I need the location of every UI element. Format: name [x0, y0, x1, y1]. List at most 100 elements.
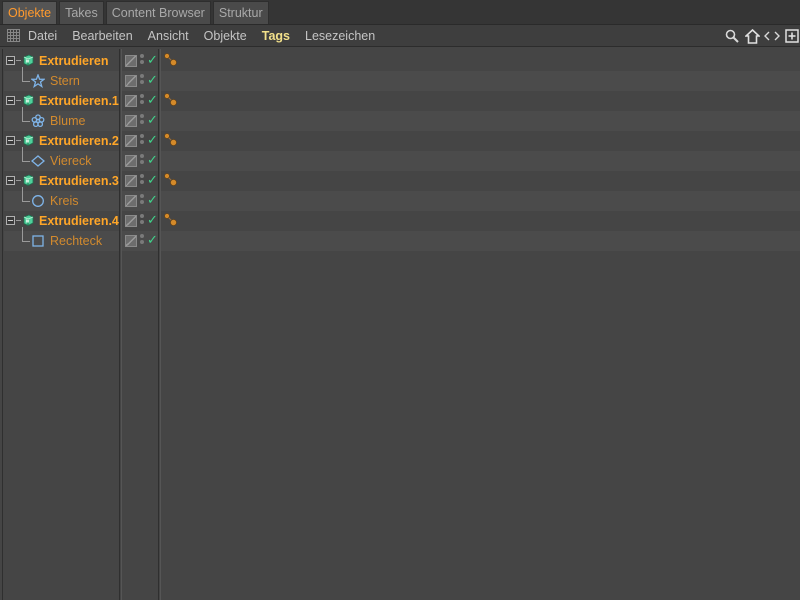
tree-connector-line	[22, 241, 30, 242]
phong-tag-icon[interactable]	[163, 52, 181, 70]
tree-connector-line	[22, 121, 30, 122]
flags-row-extrudieren-3: ✓	[122, 171, 158, 191]
tree-connector-line	[22, 107, 23, 121]
layer-icon[interactable]	[125, 75, 137, 87]
phong-tag-icon[interactable]	[163, 212, 181, 230]
menu-bar: Datei Bearbeiten Ansicht Objekte Tags Lesezei…	[0, 25, 800, 47]
enabled-check-icon[interactable]: ✓	[147, 152, 158, 168]
collapse-toggle-icon[interactable]	[6, 216, 15, 225]
home-icon[interactable]	[744, 28, 760, 44]
tab-objekte[interactable]: Objekte	[2, 1, 58, 24]
layer-icon[interactable]	[125, 55, 137, 67]
object-name[interactable]: Stern	[50, 74, 80, 88]
tab-content-browser[interactable]: Content Browser	[105, 1, 211, 24]
tree-connector-line	[22, 201, 30, 202]
tree-connector-line	[22, 187, 23, 201]
visibility-dots-icon[interactable]	[140, 134, 145, 148]
extrude-icon	[21, 53, 37, 69]
menu-item-tags[interactable]: Tags	[262, 29, 290, 43]
visibility-dots-icon[interactable]	[140, 194, 145, 208]
enabled-check-icon[interactable]: ✓	[147, 112, 158, 128]
object-row-rechteck[interactable]: Rechteck	[4, 227, 119, 251]
visibility-dots-icon[interactable]	[140, 94, 145, 108]
tab-bar: Objekte Takes Content Browser Struktur	[0, 0, 800, 25]
phong-tag-icon[interactable]	[163, 92, 181, 110]
menu-item-ansicht[interactable]: Ansicht	[148, 29, 189, 43]
enabled-check-icon[interactable]: ✓	[147, 232, 158, 248]
search-icon[interactable]	[724, 28, 740, 44]
object-name[interactable]: Kreis	[50, 194, 78, 208]
object-row-kreis[interactable]: Kreis	[4, 187, 119, 211]
object-name[interactable]: Blume	[50, 114, 85, 128]
object-row-stern[interactable]: Stern	[4, 67, 119, 91]
collapse-toggle-icon[interactable]	[6, 136, 15, 145]
enabled-check-icon[interactable]: ✓	[147, 212, 158, 228]
object-name[interactable]: Extrudieren.1	[39, 94, 119, 108]
tags-row-extrudieren-2	[161, 131, 800, 151]
collapse-toggle-icon[interactable]	[6, 96, 15, 105]
object-name[interactable]: Rechteck	[50, 234, 102, 248]
nav-arrows-icon[interactable]	[764, 28, 780, 44]
tree-connector-line	[22, 67, 23, 81]
new-window-icon[interactable]	[784, 28, 800, 44]
flags-row-extrudieren-1: ✓	[122, 91, 158, 111]
enabled-check-icon[interactable]: ✓	[147, 92, 158, 108]
tab-struktur[interactable]: Struktur	[212, 1, 269, 24]
layer-icon[interactable]	[125, 195, 137, 207]
layer-icon[interactable]	[125, 175, 137, 187]
flags-row-viereck: ✓	[122, 151, 158, 171]
visibility-dots-icon[interactable]	[140, 54, 145, 68]
layer-icon[interactable]	[125, 155, 137, 167]
circle-spline-icon	[31, 194, 47, 210]
object-name[interactable]: Extrudieren.4	[39, 214, 119, 228]
layer-icon[interactable]	[125, 215, 137, 227]
tags-row-blume	[161, 111, 800, 131]
visibility-dots-icon[interactable]	[140, 174, 145, 188]
visibility-dots-icon[interactable]	[140, 214, 145, 228]
menu-icon-group	[720, 25, 800, 47]
object-row-blume[interactable]: Blume	[4, 107, 119, 131]
tab-takes[interactable]: Takes	[59, 1, 104, 24]
object-name[interactable]: Extrudieren	[39, 54, 108, 68]
layer-icon[interactable]	[125, 135, 137, 147]
grip-handle-icon[interactable]	[7, 29, 20, 42]
object-name[interactable]: Extrudieren.3	[39, 174, 119, 188]
layer-icon[interactable]	[125, 95, 137, 107]
tree-connector-line	[22, 227, 23, 241]
extrude-icon	[21, 133, 37, 149]
enabled-check-icon[interactable]: ✓	[147, 52, 158, 68]
flags-row-stern: ✓	[122, 71, 158, 91]
menu-item-bearbeiten[interactable]: Bearbeiten	[72, 29, 132, 43]
object-name[interactable]: Extrudieren.2	[39, 134, 119, 148]
visibility-dots-icon[interactable]	[140, 154, 145, 168]
collapse-toggle-icon[interactable]	[6, 56, 15, 65]
phong-tag-icon[interactable]	[163, 132, 181, 150]
layer-icon[interactable]	[125, 115, 137, 127]
menu-item-lesezeichen[interactable]: Lesezeichen	[305, 29, 375, 43]
object-tags-column	[160, 49, 800, 600]
menu-item-datei[interactable]: Datei	[28, 29, 57, 43]
phong-tag-icon[interactable]	[163, 172, 181, 190]
visibility-dots-icon[interactable]	[140, 234, 145, 248]
object-name[interactable]: Viereck	[50, 154, 91, 168]
enabled-check-icon[interactable]: ✓	[147, 172, 158, 188]
collapse-toggle-icon[interactable]	[6, 176, 15, 185]
flower-spline-icon	[31, 114, 47, 130]
enabled-check-icon[interactable]: ✓	[147, 72, 158, 88]
enabled-check-icon[interactable]: ✓	[147, 132, 158, 148]
tags-row-viereck	[161, 151, 800, 171]
object-row-viereck[interactable]: Viereck	[4, 147, 119, 171]
tags-row-extrudieren-3	[161, 171, 800, 191]
visibility-dots-icon[interactable]	[140, 114, 145, 128]
flags-row-extrudieren-4: ✓	[122, 211, 158, 231]
enabled-check-icon[interactable]: ✓	[147, 192, 158, 208]
diamond-spline-icon	[30, 154, 47, 170]
menu-item-objekte[interactable]: Objekte	[204, 29, 247, 43]
layer-icon[interactable]	[125, 235, 137, 247]
tags-row-kreis	[161, 191, 800, 211]
tags-row-stern	[161, 71, 800, 91]
tags-row-extrudieren-1	[161, 91, 800, 111]
extrude-icon	[21, 213, 37, 229]
star-spline-icon	[30, 73, 47, 90]
visibility-dots-icon[interactable]	[140, 74, 145, 88]
